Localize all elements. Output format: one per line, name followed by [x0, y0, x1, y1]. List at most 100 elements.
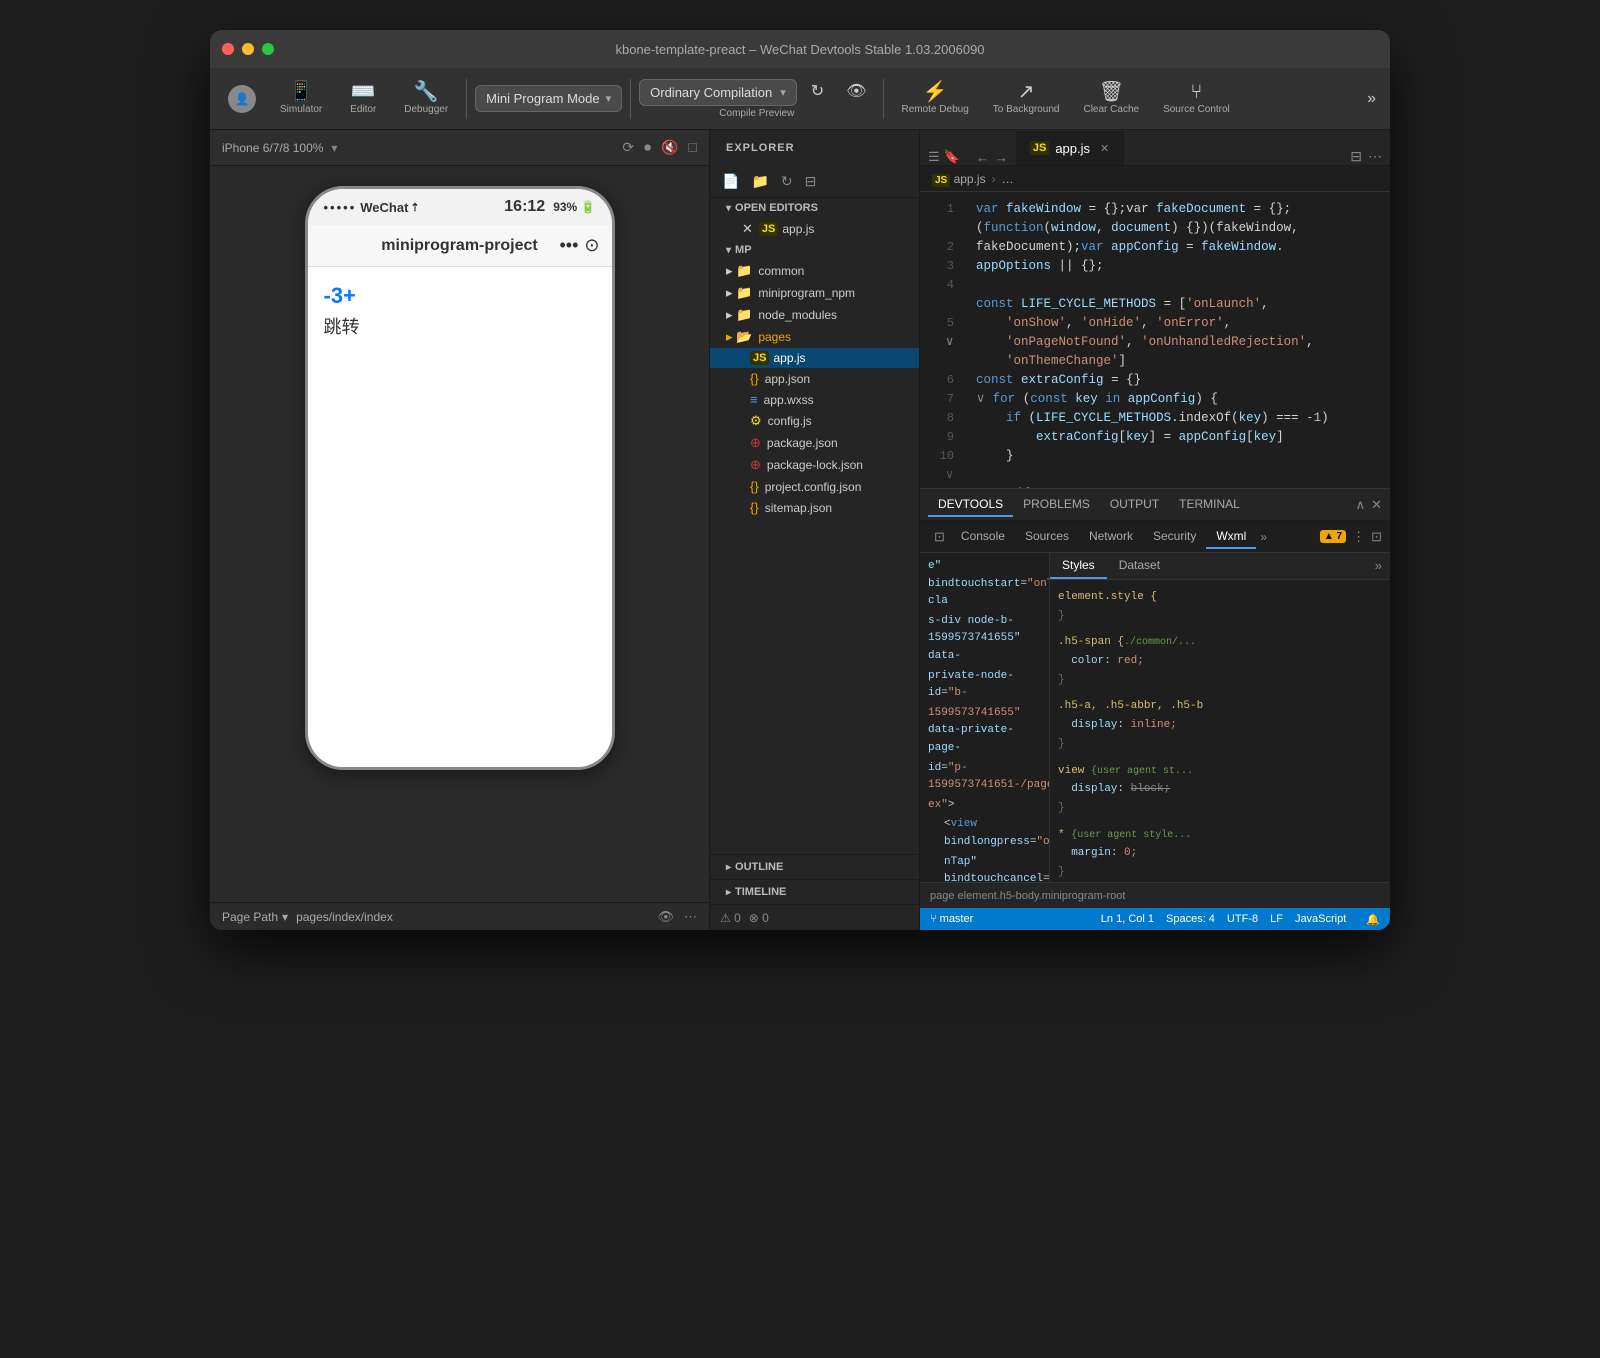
source-control-button[interactable]: ⑂ Source Control [1153, 78, 1240, 119]
timeline-section[interactable]: TIMELINE [710, 879, 919, 904]
tab-output[interactable]: OUTPUT [1100, 493, 1169, 517]
configjs-icon: ⚙ [750, 413, 762, 429]
folder-common[interactable]: ▸ 📁 common [710, 260, 919, 282]
more-subtabs-icon[interactable]: » [1260, 530, 1267, 544]
indent-spaces[interactable]: Spaces: 4 [1166, 913, 1215, 926]
html-line-3[interactable]: private-node-id="b- [920, 667, 1049, 704]
debugger-button[interactable]: 🔧 Debugger [394, 78, 458, 119]
file-sitemap[interactable]: {} sitemap.json [710, 497, 919, 518]
bottom-status-bar: Page Path ▾ pages/index/index 👁 ⋯ [210, 902, 709, 930]
code-content[interactable]: var fakeWindow = {};var fakeDocument = {… [964, 192, 1390, 488]
options-icon[interactable]: ⋯ [684, 909, 697, 925]
file-package-lock[interactable]: ⊕ package-lock.json [710, 454, 919, 476]
html-line-1[interactable]: e" bindtouchstart="onTouchStart" cla [920, 557, 1049, 612]
eye-icon[interactable]: 👁 [657, 909, 674, 925]
file-app-wxss[interactable]: ≡ app.wxss [710, 389, 919, 410]
folder-npm[interactable]: ▸ 📁 miniprogram_npm [710, 282, 919, 304]
subtab-security[interactable]: Security [1143, 525, 1206, 549]
record-icon[interactable]: ⏺ [644, 139, 651, 156]
editor-tab-appjs[interactable]: JS app.js ✕ [1016, 131, 1124, 165]
device-dropdown-icon[interactable]: ▾ [331, 141, 337, 155]
minimize-button[interactable] [242, 43, 254, 55]
dataset-tab[interactable]: Dataset [1107, 553, 1172, 579]
folder-node-modules[interactable]: ▸ 📁 node_modules [710, 304, 919, 326]
line-ending[interactable]: LF [1270, 913, 1283, 926]
file-app-js[interactable]: JS app.js [710, 348, 919, 368]
rotate-icon[interactable]: ⟳ [622, 139, 634, 156]
file-project-config[interactable]: {} project.config.json [710, 476, 919, 497]
nav-record-icon[interactable]: ⊙ [584, 235, 599, 256]
subtab-console[interactable]: Console [951, 525, 1015, 549]
html-line-7[interactable]: <view bindlongpress="onLongPress" [920, 815, 1049, 852]
bookmark-icon[interactable]: 🔖 [944, 149, 960, 165]
open-file-item[interactable]: ✕ JS app.js [710, 218, 919, 240]
notification-bell[interactable]: 🔔 [1366, 913, 1380, 926]
cursor-position[interactable]: Ln 1, Col 1 [1101, 913, 1154, 926]
more-menu-icon[interactable]: ⋮ [1352, 529, 1365, 545]
compilation-selector[interactable]: Ordinary Compilation [639, 79, 797, 106]
language-mode[interactable]: JavaScript [1295, 913, 1346, 926]
close-button[interactable] [222, 43, 234, 55]
expand-icon[interactable]: ⊡ [1371, 529, 1382, 545]
tab-terminal[interactable]: TERMINAL [1169, 493, 1250, 517]
html-line-4[interactable]: 1599573741655" data-private-page- [920, 704, 1049, 759]
subtab-wxml[interactable]: Wxml [1206, 525, 1256, 549]
new-file-icon[interactable]: 📄 [718, 171, 743, 192]
collapse-icon[interactable]: ⊟ [801, 171, 821, 192]
file-package-json[interactable]: ⊕ package.json [710, 432, 919, 454]
more-editor-icon[interactable]: ⋯ [1368, 148, 1382, 165]
html-line-2[interactable]: s-div node-b-1599573741655" data- [920, 612, 1049, 667]
editor-button[interactable]: ⌨️ Editor [336, 78, 390, 119]
tab-devtools[interactable]: DEVTOOLS [928, 493, 1013, 517]
split-editor-icon[interactable]: ⊟ [1350, 148, 1362, 165]
html-line-5[interactable]: id="p-1599573741651-/pages/index/ind [920, 759, 1049, 796]
refresh-explorer-icon[interactable]: ↻ [777, 171, 797, 192]
close-devtools-icon[interactable]: ✕ [1371, 497, 1382, 513]
editor-tabs: ☰ 🔖 ← → JS app.js ✕ ⊟ ⋯ [920, 130, 1390, 166]
open-editors-section[interactable]: OPEN EDITORS [710, 198, 919, 218]
preview-button[interactable]: 👁 [838, 82, 874, 102]
tab-problems[interactable]: PROBLEMS [1013, 493, 1100, 517]
styles-tab[interactable]: Styles [1050, 553, 1107, 579]
new-folder-icon[interactable]: 📁 [747, 171, 772, 192]
page-path-button[interactable]: Page Path ▾ [222, 910, 288, 924]
subtab-network[interactable]: Network [1079, 525, 1143, 549]
clear-cache-button[interactable]: 🗑 Clear Cache [1073, 78, 1149, 119]
phone-statusbar: ••••• WeChat ⇡ 16:12 93% 🔋 [308, 189, 612, 225]
mute-icon[interactable]: 🔇 [661, 139, 678, 156]
warning-icon: ⚠ 0 [720, 911, 741, 925]
editor-label: Editor [350, 104, 376, 115]
styles-area: element.style { } .h5-span {./common/...… [1050, 580, 1390, 882]
file-config-js[interactable]: ⚙ config.js [710, 410, 919, 432]
folder-pages[interactable]: ▸ 📂 pages [710, 326, 919, 348]
refresh-button[interactable]: ↻ [803, 82, 832, 102]
more-tabs-icon[interactable]: » [1367, 553, 1390, 579]
nav-dots-icon[interactable]: ••• [560, 235, 579, 256]
screenshot-icon[interactable]: □ [689, 139, 697, 156]
tab-close-icon[interactable]: ✕ [1100, 142, 1109, 155]
toggle-lines-icon[interactable]: ☰ [928, 149, 940, 165]
mp-section[interactable]: MP [710, 240, 919, 260]
timeline-label: TIMELINE [735, 886, 786, 898]
encoding[interactable]: UTF-8 [1227, 913, 1258, 926]
remote-debug-button[interactable]: ⚡ Remote Debug [892, 78, 979, 119]
forward-icon[interactable]: → [995, 150, 1008, 165]
file-app-json[interactable]: {} app.json [710, 368, 919, 389]
chevron-up-icon[interactable]: ∧ [1356, 497, 1366, 513]
html-line-6[interactable]: ex"> [920, 796, 1049, 816]
to-background-label: To Background [993, 104, 1060, 115]
maximize-button[interactable] [262, 43, 274, 55]
avatar-button[interactable]: 👤 [218, 81, 266, 117]
more-button[interactable]: » [1361, 87, 1382, 111]
back-icon[interactable]: ← [976, 150, 989, 165]
to-background-button[interactable]: ↗ To Background [983, 78, 1070, 119]
subtab-sources[interactable]: Sources [1015, 525, 1079, 549]
simulator-button[interactable]: 📱 Simulator [270, 78, 332, 119]
outline-section[interactable]: OUTLINE [710, 854, 919, 879]
html-line-8[interactable]: nTap" bindtouchcancel="onTouchCan [920, 853, 1049, 883]
git-branch[interactable]: ⑂ master [930, 913, 973, 925]
inspect-icon[interactable]: ⊡ [928, 525, 951, 549]
close-file-icon: ✕ [742, 221, 753, 237]
html-viewer[interactable]: e" bindtouchstart="onTouchStart" cla s-d… [920, 553, 1050, 882]
mode-selector[interactable]: Mini Program Mode [475, 85, 622, 112]
